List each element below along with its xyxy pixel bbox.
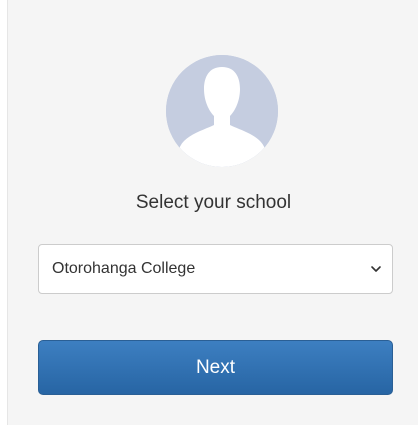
next-button[interactable]: Next: [38, 340, 393, 395]
school-select-value: Otorohanga College: [52, 260, 196, 277]
chevron-down-icon: [371, 266, 381, 272]
page-title: Select your school: [135, 192, 292, 213]
user-silhouette-icon: [166, 55, 278, 167]
login-panel: Select your school Otorohanga College Ne…: [7, 0, 418, 425]
user-avatar: [166, 55, 278, 167]
school-select[interactable]: Otorohanga College: [38, 244, 393, 294]
